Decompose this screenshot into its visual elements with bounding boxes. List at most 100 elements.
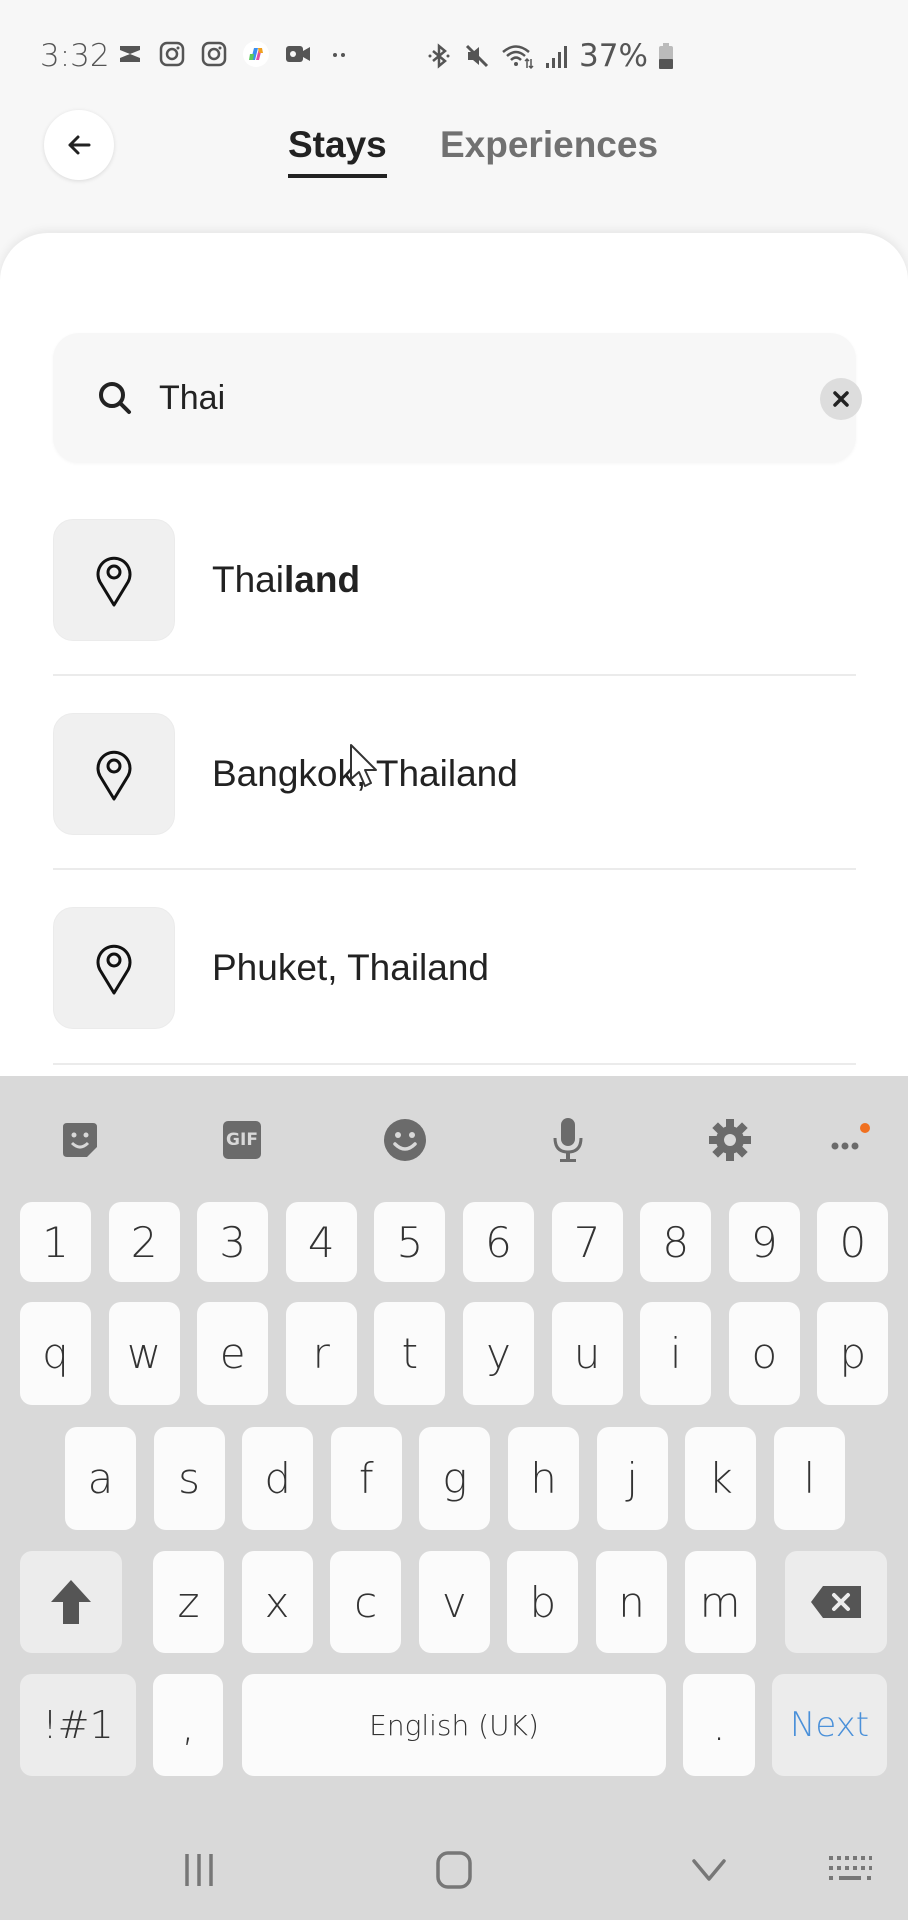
- result-item[interactable]: Bangkok, Thailand: [53, 713, 856, 837]
- key-f[interactable]: f: [330, 1427, 402, 1530]
- keyboard-switch-icon: [829, 1856, 872, 1880]
- location-icon-box: [53, 907, 175, 1029]
- key-a[interactable]: a: [65, 1427, 136, 1530]
- recent-apps-icon: [185, 1854, 213, 1886]
- system-icons: 37%: [425, 38, 674, 74]
- search-box[interactable]: [53, 333, 862, 463]
- key-0[interactable]: 0: [817, 1202, 889, 1282]
- recent-apps-button[interactable]: [169, 1850, 229, 1890]
- period-key[interactable]: .: [683, 1674, 755, 1776]
- hide-keyboard-icon: [692, 1859, 726, 1881]
- location-icon-box: [53, 713, 175, 835]
- notification-icons: [116, 40, 354, 68]
- comma-key[interactable]: ,: [153, 1674, 223, 1776]
- mouse-cursor-icon: [350, 744, 377, 787]
- key-5[interactable]: 5: [374, 1202, 446, 1282]
- map-pin-icon: [96, 944, 132, 995]
- key-x[interactable]: x: [241, 1551, 313, 1653]
- key-d[interactable]: d: [242, 1427, 314, 1530]
- map-pin-icon: [96, 750, 132, 801]
- emoji-button[interactable]: [375, 1110, 435, 1170]
- key-6[interactable]: 6: [463, 1202, 534, 1282]
- space-bar[interactable]: English (UK): [242, 1674, 666, 1776]
- key-4[interactable]: 4: [285, 1202, 357, 1282]
- battery-icon: [658, 43, 673, 69]
- backspace-icon: [811, 1586, 861, 1618]
- search-icon: [99, 382, 131, 414]
- key-1[interactable]: 1: [20, 1202, 91, 1282]
- more-icon: [831, 1123, 870, 1150]
- key-z[interactable]: z: [153, 1551, 224, 1653]
- key-k[interactable]: k: [685, 1427, 757, 1530]
- active-tab-indicator: [288, 174, 387, 178]
- tab-stays[interactable]: Stays: [288, 124, 387, 178]
- divider: [53, 674, 856, 676]
- key-w[interactable]: w: [108, 1302, 180, 1405]
- tab-experiences[interactable]: Experiences: [440, 124, 658, 166]
- hide-keyboard-button[interactable]: [679, 1850, 739, 1890]
- divider: [53, 868, 856, 870]
- key-u[interactable]: u: [551, 1302, 623, 1405]
- sticker-button[interactable]: [50, 1110, 110, 1170]
- voice-input-button[interactable]: [538, 1110, 598, 1170]
- key-p[interactable]: p: [817, 1302, 889, 1405]
- key-v[interactable]: v: [418, 1551, 490, 1653]
- keyboard-toolbar: GIF: [0, 1110, 908, 1170]
- home-icon: [436, 1851, 472, 1889]
- keyboard-settings-button[interactable]: [700, 1110, 760, 1170]
- key-l[interactable]: l: [773, 1427, 845, 1530]
- clear-search-button[interactable]: [820, 378, 862, 420]
- emoji-icon: [384, 1119, 426, 1161]
- sticker-icon: [63, 1123, 97, 1157]
- key-m[interactable]: m: [684, 1551, 756, 1653]
- mute-icon: [465, 44, 489, 68]
- more-options-button[interactable]: [818, 1110, 878, 1170]
- key-3[interactable]: 3: [197, 1202, 269, 1282]
- backspace-key[interactable]: [785, 1551, 887, 1653]
- gif-button[interactable]: GIF: [212, 1110, 272, 1170]
- key-q[interactable]: q: [20, 1302, 91, 1405]
- key-9[interactable]: 9: [728, 1202, 800, 1282]
- notification-dot: [860, 1123, 870, 1133]
- gif-label: GIF: [226, 1130, 258, 1150]
- shift-arrow-icon: [51, 1580, 91, 1624]
- search-input[interactable]: [159, 373, 719, 423]
- divider: [53, 1063, 856, 1065]
- symbols-key[interactable]: !#1: [20, 1674, 136, 1776]
- more-dots-icon: [333, 53, 345, 57]
- key-j[interactable]: j: [596, 1427, 668, 1530]
- battery-percent: 37%: [579, 38, 648, 74]
- signal-icon: [546, 46, 567, 68]
- key-i[interactable]: i: [640, 1302, 712, 1405]
- copilot-icon: [243, 41, 269, 67]
- home-button[interactable]: [424, 1850, 484, 1890]
- key-g[interactable]: g: [419, 1427, 491, 1530]
- key-y[interactable]: y: [463, 1302, 534, 1405]
- key-c[interactable]: c: [330, 1551, 402, 1653]
- key-2[interactable]: 2: [108, 1202, 180, 1282]
- key-n[interactable]: n: [596, 1551, 667, 1653]
- system-navigation-bar: [0, 1820, 908, 1920]
- key-s[interactable]: s: [153, 1427, 225, 1530]
- instagram-icon: [201, 41, 227, 67]
- result-item[interactable]: Thailand: [53, 519, 856, 643]
- result-label-match: Thai: [212, 559, 284, 600]
- tab-stays-label: Stays: [288, 124, 387, 165]
- key-t[interactable]: t: [374, 1302, 446, 1405]
- key-8[interactable]: 8: [640, 1202, 712, 1282]
- next-key[interactable]: Next: [772, 1674, 887, 1776]
- status-time: 3:32: [40, 38, 110, 74]
- result-label-completion: land: [283, 559, 361, 600]
- keyboard-switch-button[interactable]: [820, 1850, 880, 1890]
- shift-key[interactable]: [20, 1551, 122, 1653]
- settings-icon: [709, 1119, 751, 1161]
- key-e[interactable]: e: [197, 1302, 269, 1405]
- key-7[interactable]: 7: [551, 1202, 623, 1282]
- key-r[interactable]: r: [285, 1302, 357, 1405]
- key-o[interactable]: o: [728, 1302, 800, 1405]
- key-b[interactable]: b: [507, 1551, 579, 1653]
- key-h[interactable]: h: [508, 1427, 579, 1530]
- result-label: Phuket, Thailand: [212, 947, 489, 989]
- location-icon-box: [53, 519, 175, 641]
- result-item[interactable]: Phuket, Thailand: [53, 907, 856, 1031]
